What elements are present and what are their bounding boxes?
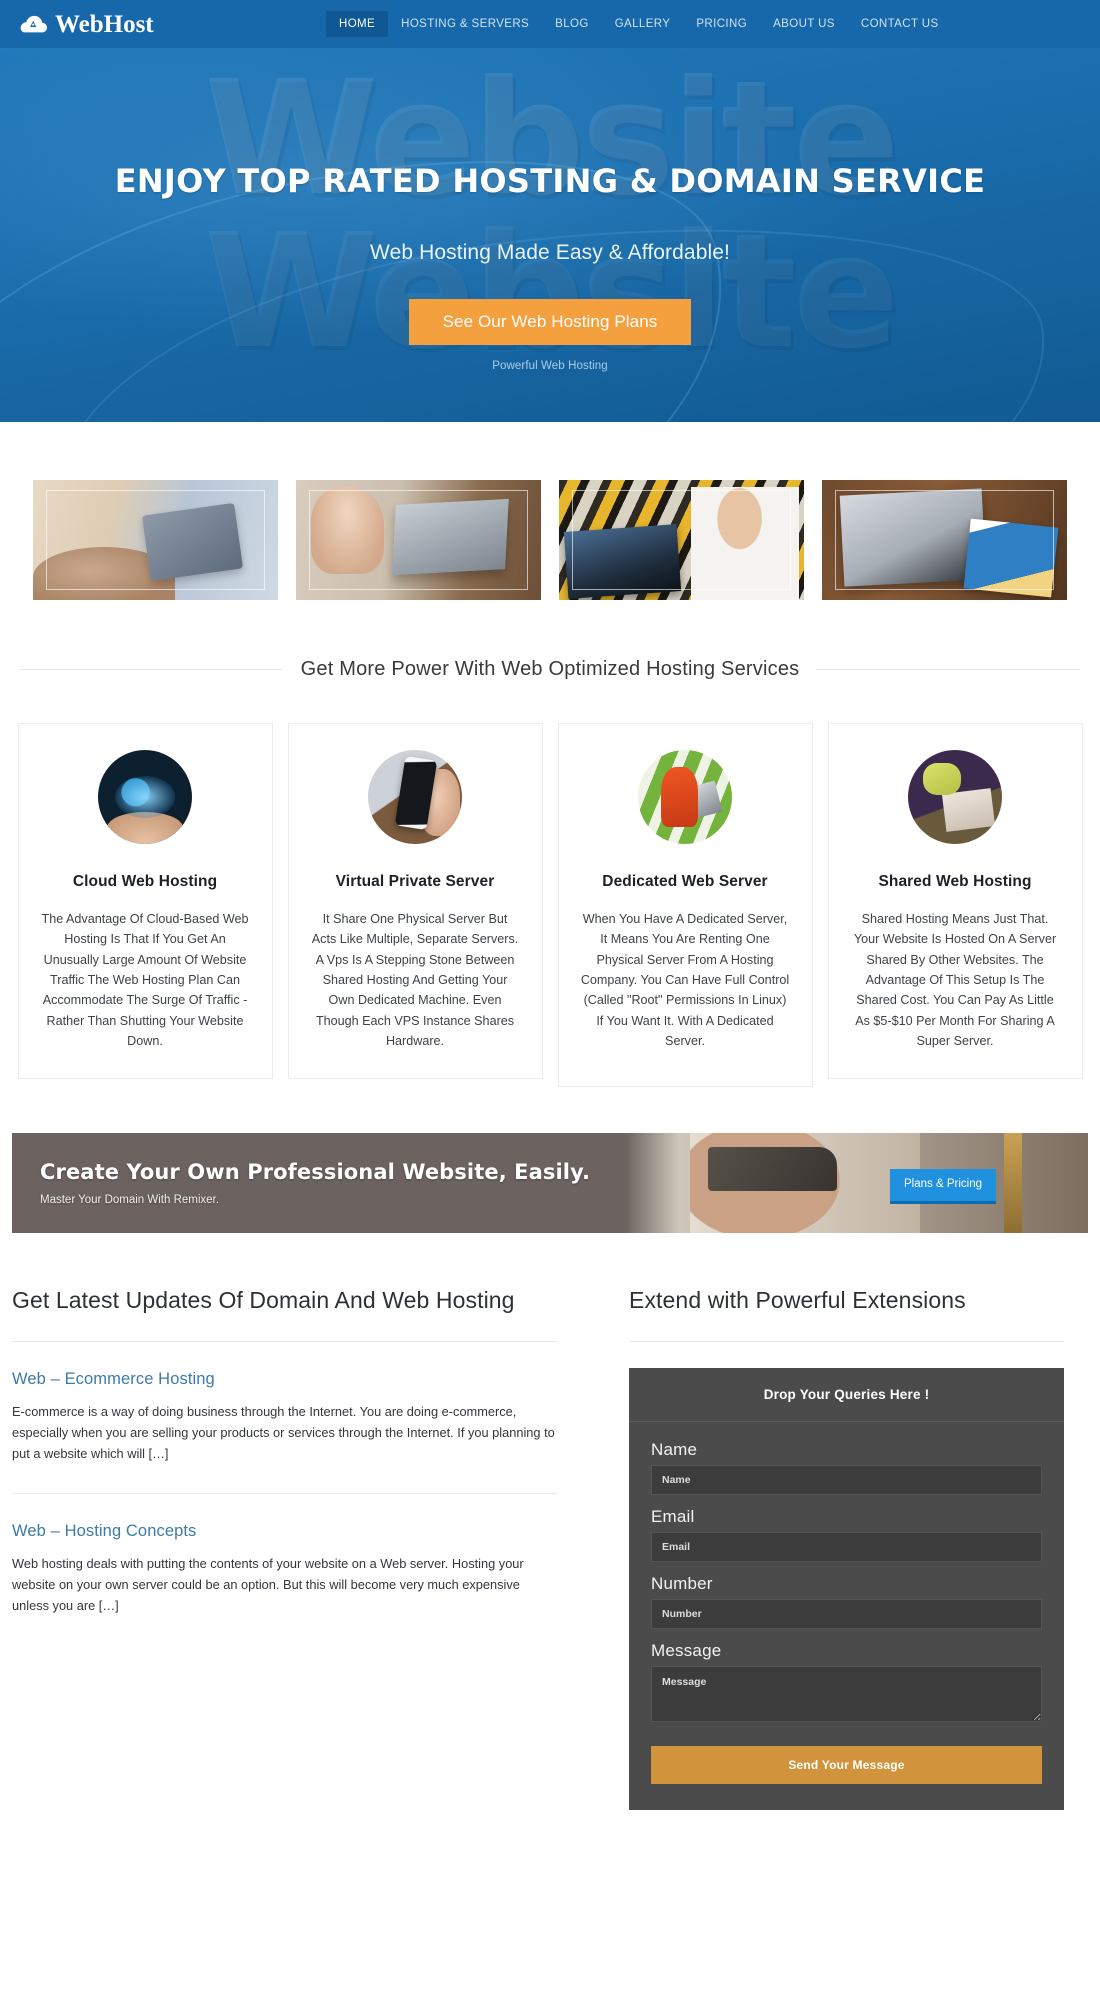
message-label: Message bbox=[651, 1640, 722, 1660]
gallery-item-2[interactable] bbox=[296, 480, 541, 600]
extensions-heading-divider bbox=[629, 1340, 1064, 1342]
hero-cta-button[interactable]: See Our Web Hosting Plans bbox=[408, 299, 692, 345]
contact-form-body: Name Email Number Message Send Your Mess… bbox=[629, 1422, 1064, 1810]
brand-logo[interactable]: WebHost bbox=[0, 12, 300, 37]
man-holding-laptop-photo bbox=[559, 480, 804, 600]
service-cards: Cloud Web Hosting The Advantage Of Cloud… bbox=[0, 723, 1100, 1087]
nav-item-gallery[interactable]: GALLERY bbox=[602, 11, 684, 37]
hero-caption: Powerful Web Hosting bbox=[492, 360, 608, 372]
name-label: Name bbox=[651, 1439, 698, 1459]
service-card-title: Shared Web Hosting bbox=[878, 873, 1032, 890]
hand-holding-phone-photo bbox=[368, 750, 462, 844]
blog-column: Get Latest Updates Of Domain And Web Hos… bbox=[12, 1285, 557, 1810]
blog-post-2: Web – Hosting Concepts Web hosting deals… bbox=[12, 1494, 557, 1617]
email-input[interactable] bbox=[651, 1531, 1042, 1562]
desk-laptop-tablet-photo bbox=[822, 480, 1067, 600]
number-label: Number bbox=[651, 1573, 713, 1593]
blog-post-title[interactable]: Web – Hosting Concepts bbox=[12, 1522, 557, 1541]
nav-item-hosting[interactable]: HOSTING & SERVERS bbox=[388, 11, 542, 37]
blog-post-1: Web – Ecommerce Hosting E-commerce is a … bbox=[12, 1342, 557, 1465]
services-heading: Get More Power With Web Optimized Hostin… bbox=[300, 658, 800, 680]
promo-decorative-bar bbox=[1004, 1132, 1022, 1233]
service-card-body: The Advantage Of Cloud-Based Web Hosting… bbox=[41, 911, 249, 1049]
hero-title: ENJOY TOP RATED HOSTING & DOMAIN SERVICE bbox=[114, 162, 986, 200]
gallery-item-1[interactable] bbox=[33, 480, 278, 600]
man-profile-photo bbox=[690, 1132, 920, 1233]
hero-subtitle: Web Hosting Made Easy & Affordable! bbox=[370, 241, 730, 264]
site-header: WebHost HOME HOSTING & SERVERS BLOG GALL… bbox=[0, 0, 1100, 48]
cloud-network-hands-photo bbox=[98, 750, 192, 844]
promo-banner: Create Your Own Professional Website, Ea… bbox=[12, 1132, 1088, 1233]
nav-item-pricing[interactable]: PRICING bbox=[683, 11, 760, 37]
person-laptop-grass-photo bbox=[638, 750, 732, 844]
email-label: Email bbox=[651, 1506, 695, 1526]
contact-form-title: Drop Your Queries Here ! bbox=[763, 1386, 930, 1402]
nav-item-blog[interactable]: BLOG bbox=[542, 11, 602, 37]
woman-on-couch-laptop-photo bbox=[908, 750, 1002, 844]
main-nav: HOME HOSTING & SERVERS BLOG GALLERY PRIC… bbox=[326, 11, 952, 37]
nav-item-home[interactable]: HOME bbox=[326, 11, 389, 37]
number-input[interactable] bbox=[651, 1598, 1042, 1629]
contact-form-header: Drop Your Queries Here ! bbox=[629, 1368, 1064, 1422]
name-input[interactable] bbox=[651, 1464, 1042, 1495]
service-card-title: Virtual Private Server bbox=[335, 873, 495, 890]
heading-rule-right bbox=[817, 669, 1080, 670]
blog-post-excerpt: Web hosting deals with putting the conte… bbox=[12, 1555, 524, 1613]
nav-item-about-us[interactable]: ABOUT US bbox=[760, 11, 848, 37]
gallery-item-4[interactable] bbox=[822, 480, 1067, 600]
blog-post-title[interactable]: Web – Ecommerce Hosting bbox=[12, 1370, 557, 1389]
service-card-cloud-web-hosting[interactable]: Cloud Web Hosting The Advantage Of Cloud… bbox=[17, 723, 273, 1079]
extensions-heading: Extend with Powerful Extensions bbox=[629, 1286, 966, 1313]
promo-heading: Create Your Own Professional Website, Ea… bbox=[40, 1159, 591, 1184]
cloud-icon bbox=[18, 14, 48, 34]
nav-item-contact-us[interactable]: CONTACT US bbox=[848, 11, 952, 37]
service-card-title: Cloud Web Hosting bbox=[72, 873, 218, 890]
promo-subheading: Master Your Domain With Remixer. bbox=[40, 1193, 219, 1206]
contact-form-card: Drop Your Queries Here ! Name Email Numb… bbox=[629, 1367, 1064, 1810]
service-card-body: It Share One Physical Server But Acts Li… bbox=[311, 911, 519, 1049]
service-card-body: Shared Hosting Means Just That. Your Web… bbox=[853, 911, 1057, 1049]
service-card-dedicated-web-server[interactable]: Dedicated Web Server When You Have A Ded… bbox=[557, 723, 813, 1087]
hero-banner: Website Website ENJOY TOP RATED HOSTING … bbox=[0, 48, 1100, 422]
services-heading-row: Get More Power With Web Optimized Hostin… bbox=[0, 658, 1100, 681]
brand-name: WebHost bbox=[55, 10, 154, 38]
service-card-title: Dedicated Web Server bbox=[602, 873, 768, 890]
service-card-body: When You Have A Dedicated Server, It Mea… bbox=[580, 911, 790, 1049]
gallery-item-3[interactable] bbox=[559, 480, 804, 600]
send-message-button[interactable]: Send Your Message bbox=[651, 1745, 1042, 1784]
service-card-virtual-private-server[interactable]: Virtual Private Server It Share One Phys… bbox=[287, 723, 543, 1079]
hands-on-tablet-photo bbox=[33, 480, 278, 600]
blog-post-excerpt: E-commerce is a way of doing business th… bbox=[12, 1403, 555, 1461]
gallery-strip bbox=[0, 422, 1100, 600]
extensions-column: Extend with Powerful Extensions Drop You… bbox=[629, 1285, 1064, 1810]
blog-heading: Get Latest Updates Of Domain And Web Hos… bbox=[12, 1286, 515, 1313]
plans-pricing-button[interactable]: Plans & Pricing bbox=[890, 1168, 996, 1204]
heading-rule-left bbox=[20, 669, 283, 670]
lower-section: Get Latest Updates Of Domain And Web Hos… bbox=[0, 1233, 1100, 1810]
message-textarea[interactable] bbox=[651, 1665, 1042, 1722]
service-card-shared-web-hosting[interactable]: Shared Web Hosting Shared Hosting Means … bbox=[827, 723, 1083, 1079]
person-typing-laptop-photo bbox=[296, 480, 541, 600]
